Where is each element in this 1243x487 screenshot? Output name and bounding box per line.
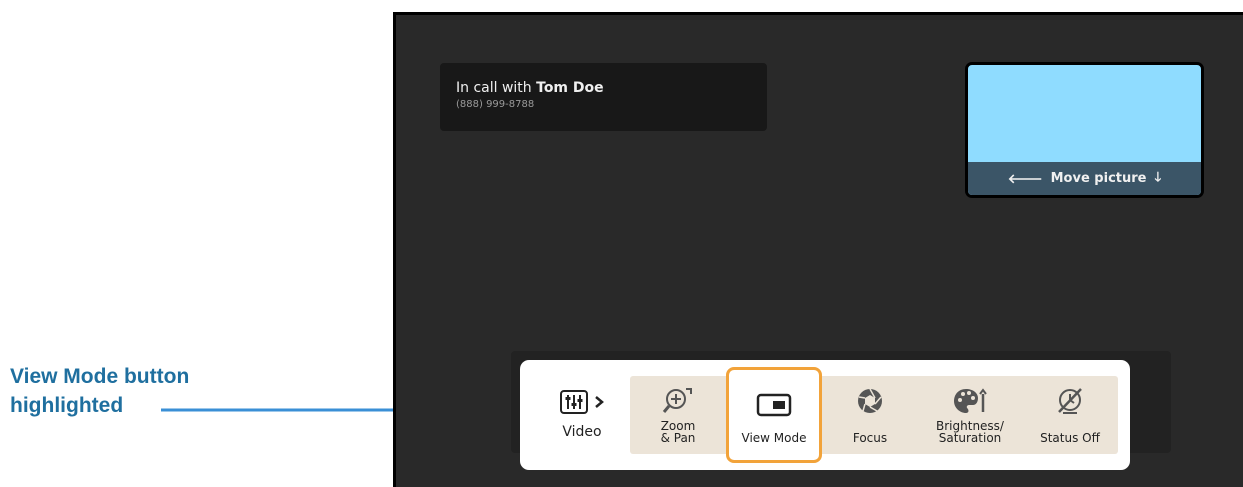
- self-view-picture[interactable]: 🡐 Move picture 🡓: [965, 62, 1204, 198]
- view-mode-button[interactable]: View Mode: [726, 367, 822, 463]
- caller-name: Tom Doe: [536, 80, 604, 96]
- status-off-label: Status Off: [1040, 431, 1100, 445]
- status-off-icon: [1058, 388, 1082, 414]
- aperture-icon: [858, 388, 882, 413]
- video-menu-label: Video: [562, 424, 602, 440]
- focus-label: Focus: [852, 431, 888, 445]
- view-mode-icon: [756, 393, 792, 417]
- view-mode-label: View Mode: [741, 431, 807, 445]
- video-call-screen: In call with Tom Doe (888) 999-8788 🡐 Mo…: [393, 12, 1243, 487]
- focus-button[interactable]: Focus: [822, 376, 918, 454]
- arrow-down-icon: 🡓: [1154, 169, 1162, 185]
- brightness-label-2: Saturation: [938, 431, 1002, 445]
- move-picture-bar[interactable]: 🡐 Move picture 🡓: [968, 162, 1201, 195]
- sliders-icon: [560, 390, 588, 414]
- status-off-button[interactable]: Status Off: [1022, 376, 1118, 454]
- zoom-pan-label-2: & Pan: [660, 431, 696, 445]
- video-menu-button[interactable]: Video: [534, 376, 630, 454]
- chevron-right-icon: [595, 396, 604, 408]
- video-toolbar: Video Zoom & Pan View Mode Focus Brightn…: [520, 360, 1130, 470]
- call-status-prefix: In call with: [456, 80, 537, 96]
- brightness-saturation-button[interactable]: Brightness/ Saturation: [918, 376, 1022, 454]
- arrow-left-icon: 🡐: [1007, 171, 1043, 187]
- palette-icon: [954, 388, 987, 413]
- callout-line-1: View Mode button: [10, 365, 190, 388]
- move-picture-label: Move picture: [1050, 171, 1147, 186]
- annotation-callout: View Mode button highlighted: [10, 362, 189, 420]
- video-options-group: Zoom & Pan View Mode Focus Brightness/ S…: [630, 367, 1118, 463]
- caller-number: (888) 999-8788: [456, 99, 535, 110]
- zoom-pan-icon: [662, 388, 692, 413]
- zoom-pan-button[interactable]: Zoom & Pan: [630, 376, 726, 454]
- call-status: In call with Tom Doe: [456, 80, 751, 96]
- callout-line-2: highlighted: [10, 394, 124, 417]
- call-info-card: In call with Tom Doe (888) 999-8788: [440, 63, 767, 131]
